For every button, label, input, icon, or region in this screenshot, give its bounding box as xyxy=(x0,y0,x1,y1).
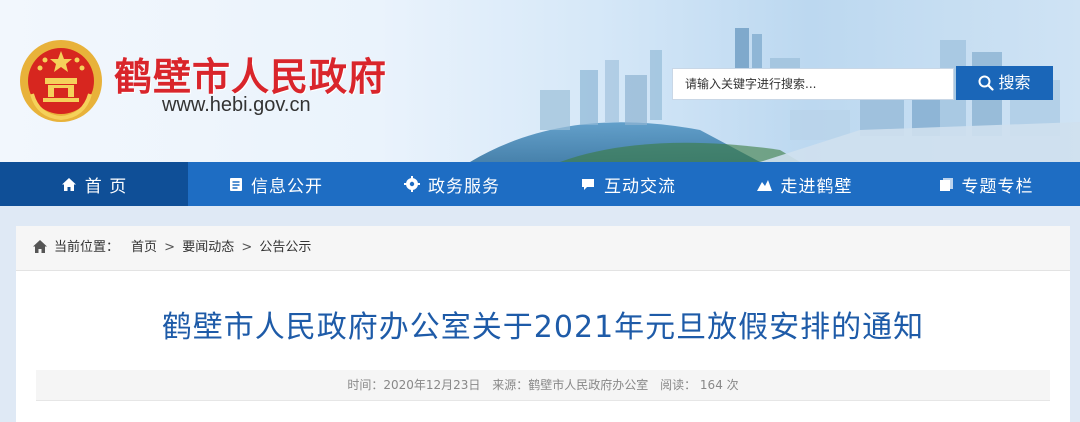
article-time: 时间：2020年12月23日 xyxy=(347,378,481,392)
nav-item-interaction[interactable]: 互动交流 xyxy=(540,162,716,206)
site-title[interactable]: 鹤壁市人民政府 xyxy=(114,46,387,101)
chat-icon xyxy=(582,178,594,190)
nav-label: 走进鹤壁 xyxy=(780,176,853,197)
search-button[interactable]: 搜索 xyxy=(956,66,1053,100)
document-icon xyxy=(230,177,242,191)
breadcrumb-link-news[interactable]: 要闻动态 xyxy=(182,240,234,255)
nav-item-topics[interactable]: 专题专栏 xyxy=(892,162,1080,206)
breadcrumb: 当前位置： 首页 > 要闻动态 > 公告公示 xyxy=(16,226,1070,271)
breadcrumb-separator: > xyxy=(164,240,176,255)
nav-item-info[interactable]: 信息公开 xyxy=(188,162,364,206)
search-button-label: 搜索 xyxy=(998,73,1031,92)
nav-label: 首 页 xyxy=(84,176,128,197)
breadcrumb-prefix: 当前位置： xyxy=(54,240,120,255)
nav-label: 信息公开 xyxy=(251,176,323,197)
article-title: 鹤壁市人民政府办公室关于2021年元旦放假安排的通知 xyxy=(161,310,925,345)
nav-label: 专题专栏 xyxy=(961,176,1034,197)
nav-label: 互动交流 xyxy=(604,176,676,197)
article-source: 来源：鹤壁市人民政府办公室 xyxy=(492,378,649,392)
article-container: 鹤壁市人民政府办公室关于2021年元旦放假安排的通知 时间：2020年12月23… xyxy=(16,271,1070,422)
article-meta: 时间：2020年12月23日 来源：鹤壁市人民政府办公室 阅读： 164 次 xyxy=(36,370,1050,401)
nav-item-home[interactable]: 首 页 xyxy=(0,162,188,206)
breadcrumb-link-home[interactable]: 首页 xyxy=(131,240,157,255)
national-emblem-icon xyxy=(20,40,102,122)
breadcrumb-link-notices[interactable]: 公告公示 xyxy=(259,240,311,255)
site-url[interactable]: www.hebi.gov.cn xyxy=(162,94,311,117)
home-icon xyxy=(61,177,76,191)
search-input[interactable]: 请输入关键字进行搜索... xyxy=(672,68,954,100)
site-header: 鹤壁市人民政府 www.hebi.gov.cn 请输入关键字进行搜索... 搜索 xyxy=(0,0,1080,162)
main-nav: 首 页 信息公开 政务服务 互动交流 走进鹤壁 专题专栏 xyxy=(0,162,1080,206)
home-icon xyxy=(33,240,47,253)
mountain-icon xyxy=(756,179,772,191)
nav-item-services[interactable]: 政务服务 xyxy=(364,162,540,206)
nav-item-about[interactable]: 走进鹤壁 xyxy=(716,162,892,206)
nav-label: 政务服务 xyxy=(428,176,500,197)
article-views: 阅读： 164 次 xyxy=(660,378,739,392)
search-icon xyxy=(978,75,995,91)
gear-icon xyxy=(404,176,420,192)
pages-icon xyxy=(939,177,953,191)
breadcrumb-separator: > xyxy=(241,240,253,255)
